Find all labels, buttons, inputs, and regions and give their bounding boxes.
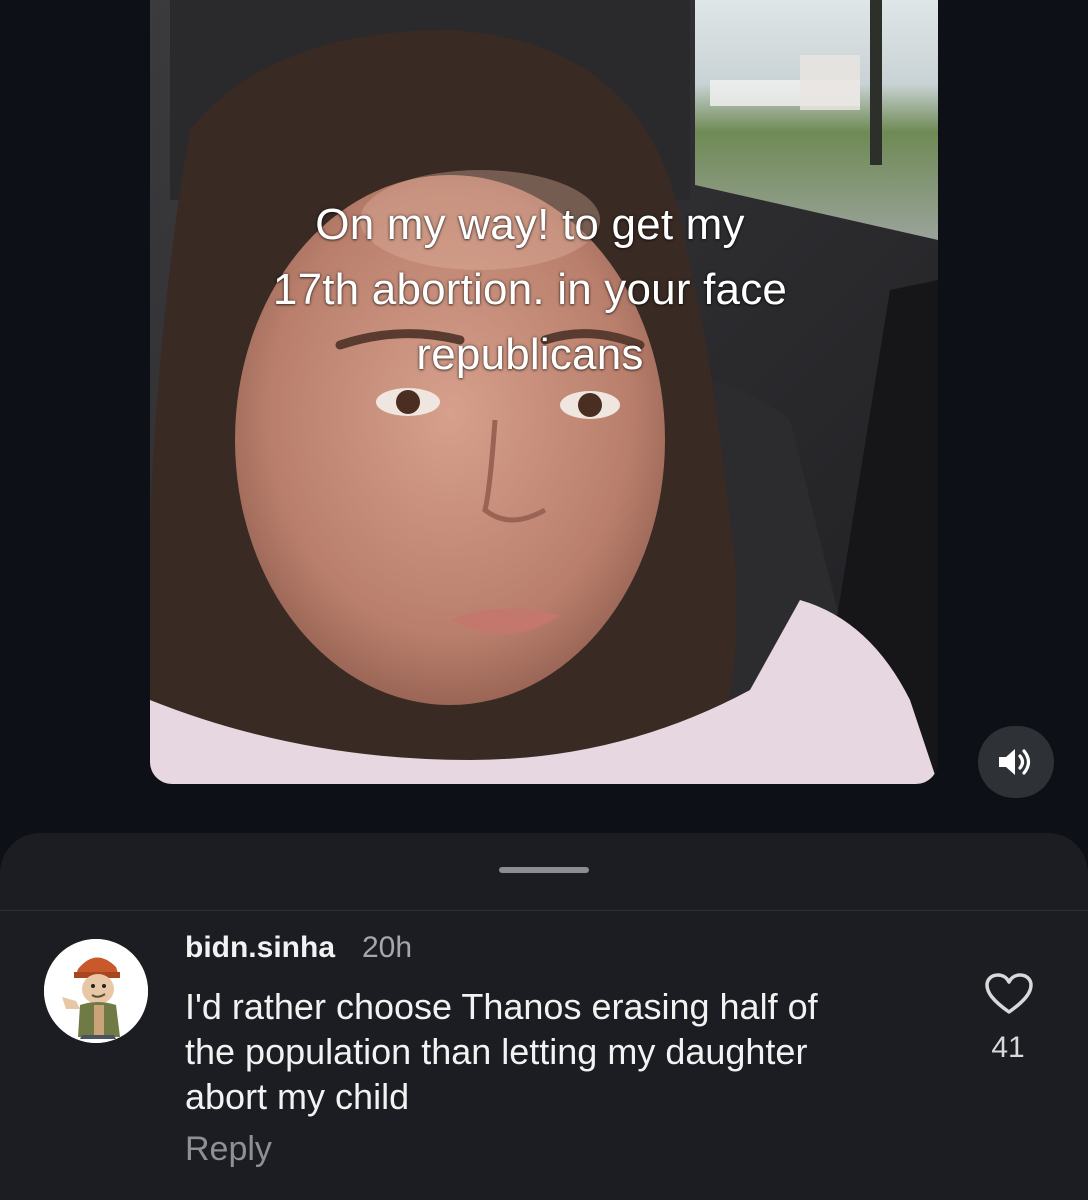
sheet-drag-handle[interactable] [499, 867, 589, 873]
video-caption: On my way! to get my 17th abortion. in y… [200, 192, 860, 387]
comment-text-line-1: I'd rather choose Thanos erasing half of [185, 986, 818, 1027]
avatar[interactable] [44, 939, 148, 1043]
caption-line-3: republicans [416, 330, 644, 379]
heart-icon [985, 973, 1033, 1014]
comment-username[interactable]: bidn.sinha [185, 931, 335, 965]
speaker-volume-icon [999, 749, 1031, 775]
comment-timestamp: 20h [362, 931, 413, 964]
like-count: 41 [991, 1031, 1025, 1064]
cartoon-avatar-icon [44, 939, 148, 1043]
reply-button[interactable]: Reply [185, 1130, 272, 1169]
app-screen: On my way! to get my 17th abortion. in y… [0, 0, 1088, 1200]
sound-toggle-button[interactable] [978, 726, 1054, 798]
sheet-divider [0, 910, 1088, 911]
caption-line-1: On my way! to get my [315, 200, 745, 249]
video-preview[interactable]: On my way! to get my 17th abortion. in y… [150, 0, 938, 784]
comment-text-line-2: the population than letting my daughter [185, 1031, 808, 1072]
comments-sheet: bidn.sinha 20h I'd rather choose Thanos … [0, 833, 1088, 1200]
video-frame-image [150, 0, 938, 784]
caption-line-2: 17th abortion. in your face [272, 265, 788, 314]
like-button[interactable] [984, 972, 1034, 1016]
comment-text: I'd rather choose Thanos erasing half of… [185, 984, 925, 1119]
comment-text-line-3: abort my child [185, 1076, 410, 1117]
